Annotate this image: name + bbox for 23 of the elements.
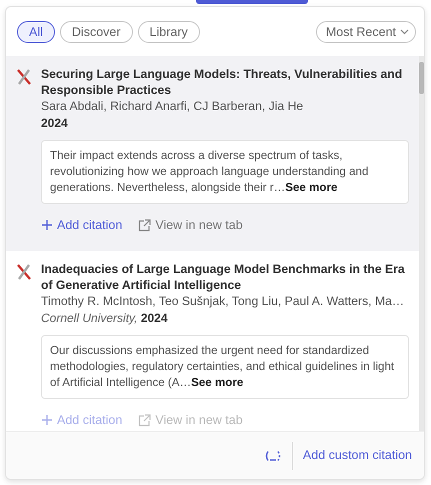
plus-icon — [41, 219, 53, 232]
view-in-new-tab-button[interactable]: View in new tab — [138, 214, 243, 237]
filter-tab[interactable]: Discover — [60, 20, 133, 42]
external-link-icon — [138, 414, 152, 427]
external-link-icon — [138, 218, 152, 232]
filter-tab[interactable]: Library — [138, 20, 200, 42]
abstract-snippet: Our discussions emphasized the urgent need for standardized methodologies, regulatory certainties, and ethical guidelines in light of Artificial Intelligence (A…See more — [41, 334, 409, 399]
scrollbar[interactable] — [419, 56, 424, 431]
filter-tab[interactable]: All — [17, 20, 55, 42]
year: 2024 — [140, 310, 168, 325]
plus-icon — [41, 414, 53, 426]
author-list: Timothy R. McIntosh, Teo Sušnjak, Tong Liu, Paul A. Watters, Ma… — [41, 292, 409, 309]
result-title[interactable]: Securing Large Language Models: Threats, Vulnerabilities and Responsible Practices — [41, 66, 409, 98]
year: 2024 — [41, 116, 68, 130]
venue: Cornell University, — [41, 310, 138, 325]
sort-dropdown[interactable]: Most Recent — [316, 20, 416, 42]
citation-brackets-icon[interactable] — [264, 450, 282, 462]
chevron-down-icon — [400, 28, 409, 34]
result-title[interactable]: Inadequacies of Large Language Model Benchmarks in the Era of Generative Artificial Intelligence — [41, 260, 409, 293]
abstract-snippet: Their impact extends across a diverse spectrum of tasks, revolutionizing how we approach language understanding and generations. Nevertheless, alongside their r…See more — [41, 140, 409, 204]
add-custom-citation-link[interactable]: Add custom citation — [302, 446, 412, 465]
author-list: Sara Abdali, Richard Anarfi, CJ Barberan, Jia He — [41, 98, 409, 114]
add-citation-button[interactable]: Add citation — [41, 214, 122, 237]
